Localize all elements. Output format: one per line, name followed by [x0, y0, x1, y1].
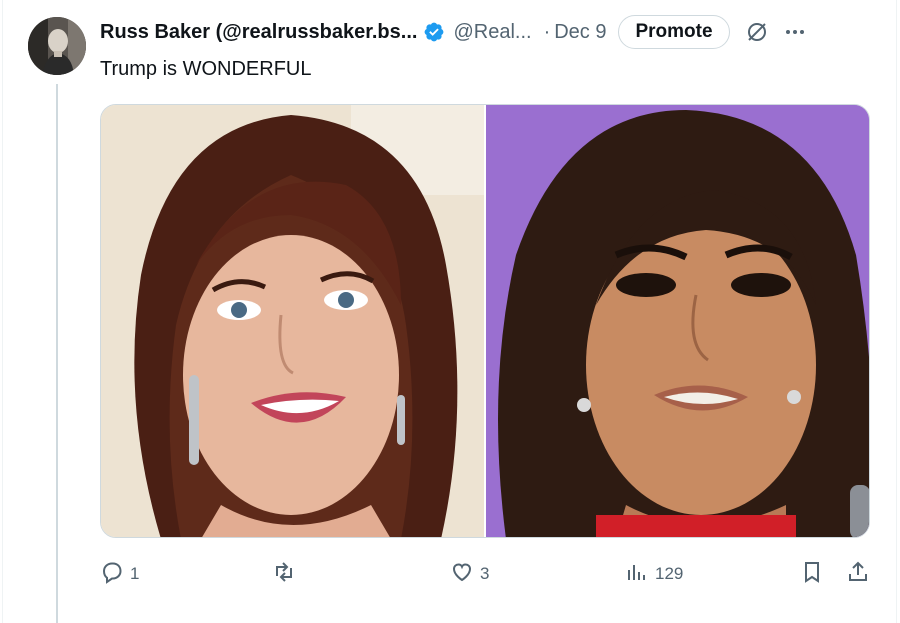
grok-icon[interactable]: [744, 19, 770, 45]
reply-count: 1: [130, 564, 140, 583]
views-icon: [625, 560, 649, 589]
like-count: 3: [480, 564, 490, 583]
like-button[interactable]: 3: [450, 558, 489, 590]
reply-icon: [100, 560, 124, 589]
photo-woman-purple-background[interactable]: [486, 105, 869, 537]
separator-dot: ·: [543, 20, 551, 43]
bookmark-icon: [800, 560, 824, 589]
retweet-icon: [272, 560, 296, 589]
timestamp[interactable]: Dec 9: [554, 21, 606, 44]
reply-button[interactable]: 1: [100, 558, 139, 590]
share-icon: [846, 560, 870, 589]
more-icon[interactable]: [782, 19, 808, 45]
tweet-header: Russ Baker (@realrussbaker.bs... @Real..…: [100, 14, 880, 50]
frame-border-right: [896, 0, 897, 623]
thread-line: [56, 84, 58, 623]
media-grid: [100, 104, 870, 538]
share-button[interactable]: [846, 558, 870, 590]
views-count: 129: [655, 564, 684, 583]
bookmark-button[interactable]: [800, 558, 824, 590]
action-bar: 1 3 129: [100, 558, 880, 590]
frame-border-left: [2, 0, 3, 623]
avatar[interactable]: [28, 17, 86, 75]
display-name[interactable]: Russ Baker (@realrussbaker.bs...: [100, 21, 417, 44]
heart-icon: [450, 560, 474, 589]
verified-badge-icon[interactable]: [423, 21, 445, 43]
views-button[interactable]: 129: [625, 558, 683, 590]
handle[interactable]: @Real...: [453, 21, 531, 44]
tweet-text: Trump is WONDERFUL: [100, 58, 312, 80]
photo-woman-smiling[interactable]: [101, 105, 484, 537]
promote-button[interactable]: Promote: [618, 15, 730, 49]
retweet-button[interactable]: [272, 558, 302, 590]
